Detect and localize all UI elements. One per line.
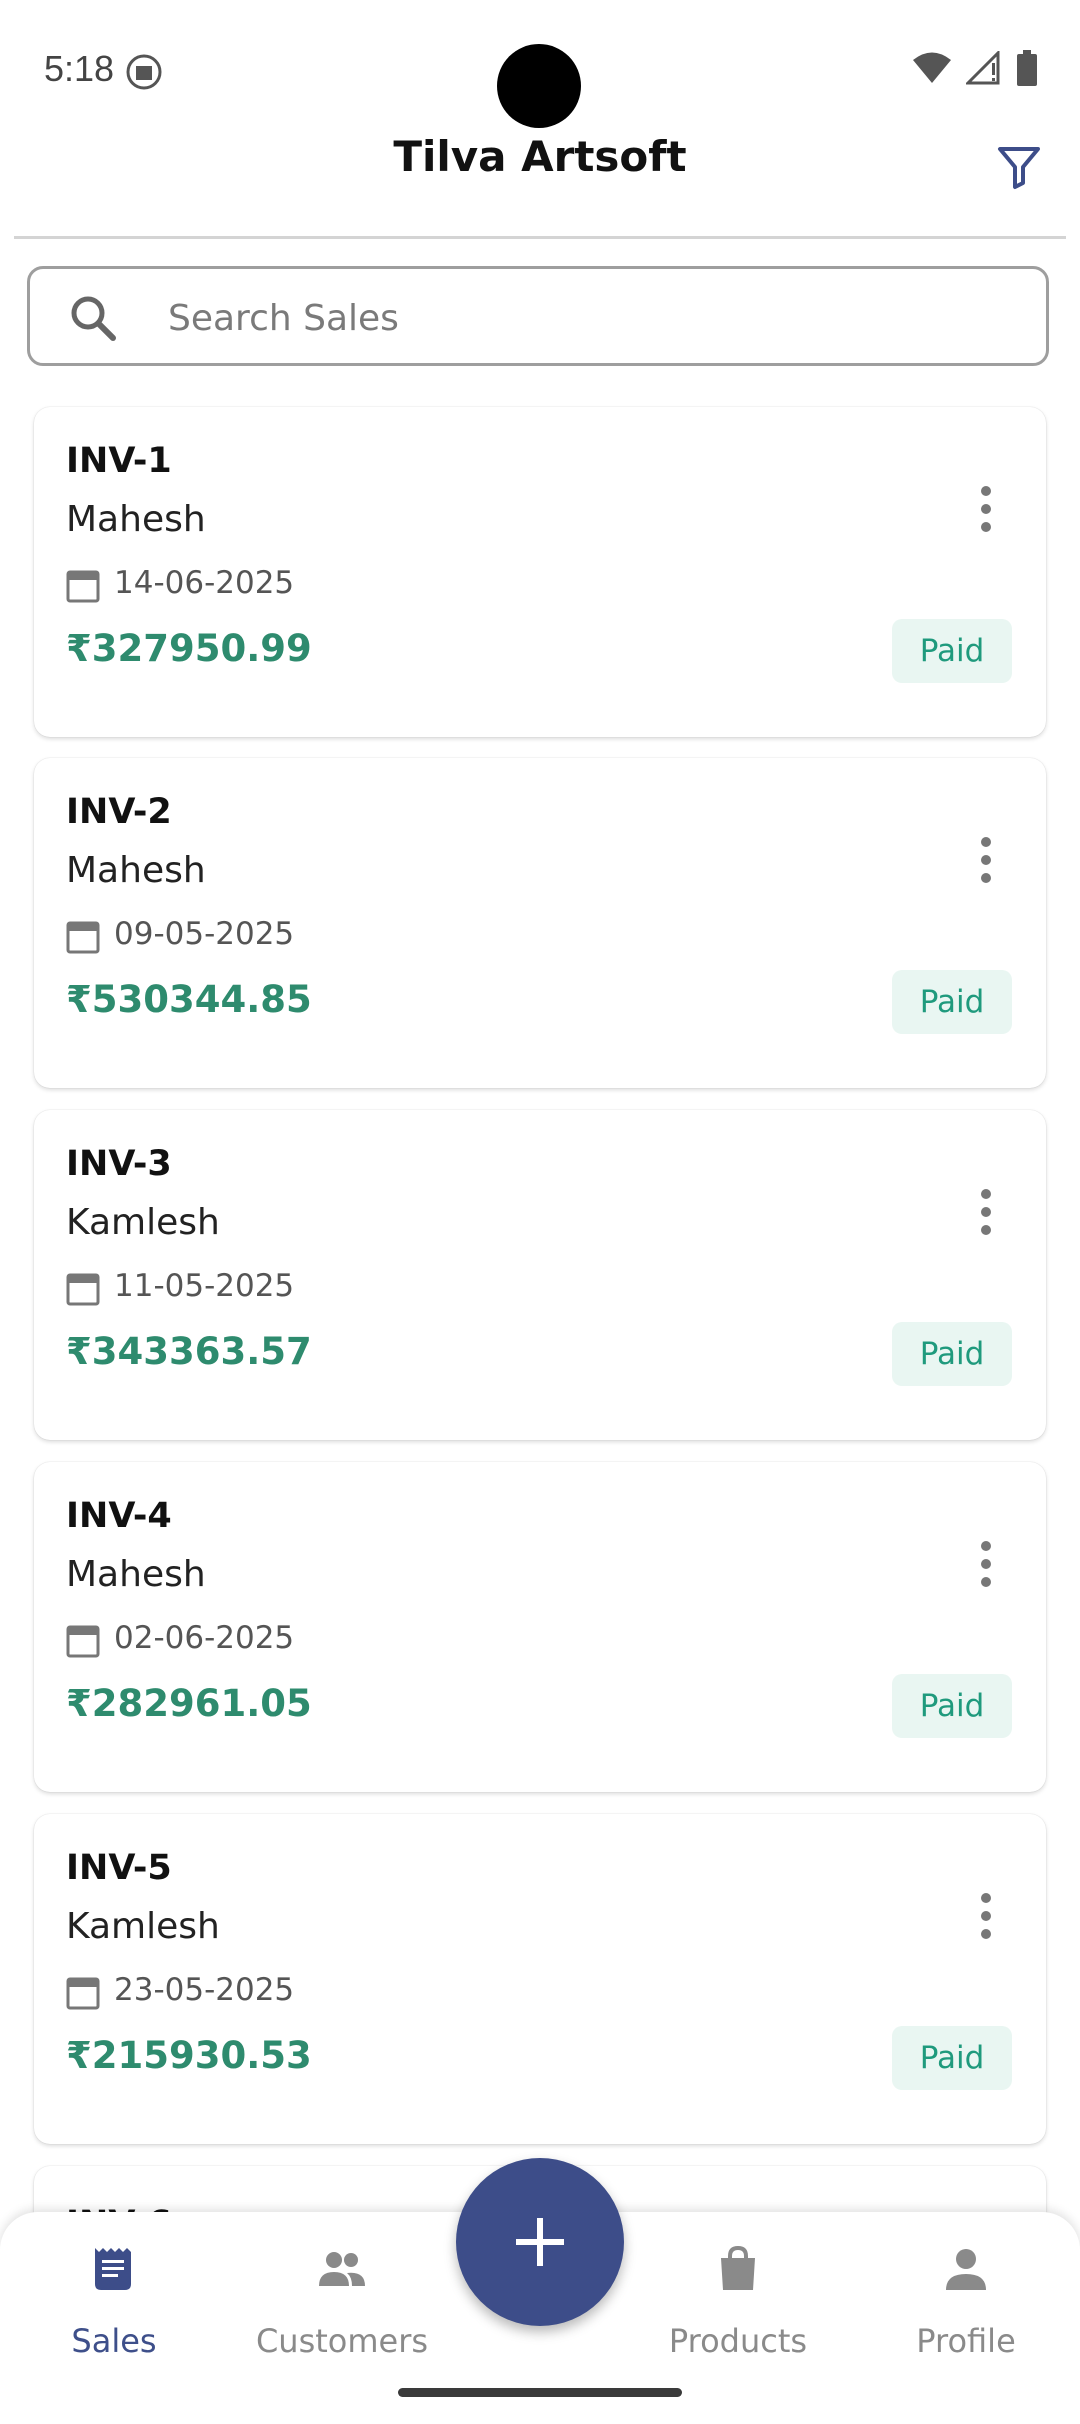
people-icon (319, 2252, 365, 2286)
invoice-id: INV-1 (66, 441, 172, 481)
search-icon (71, 296, 116, 341)
status-bar: 5:18 (0, 0, 1080, 140)
nav-label: Sales (71, 2322, 157, 2360)
add-sale-button[interactable] (456, 2158, 624, 2326)
invoice-id: INV-4 (66, 1496, 172, 1536)
camera-cutout (497, 44, 581, 128)
calendar-icon (66, 1977, 100, 2010)
invoice-amount: ₹343363.57 (66, 1330, 312, 1373)
calendar-icon (66, 1273, 100, 1306)
more-options-icon[interactable] (966, 1534, 1006, 1594)
invoice-card[interactable]: INV-1 Mahesh 14-06-2025 ₹327950.99 Paid (34, 407, 1046, 737)
status-icons (912, 50, 1038, 86)
more-options-icon[interactable] (966, 1182, 1006, 1242)
nav-label: Products (668, 2322, 808, 2360)
person-icon (946, 2249, 986, 2290)
search-input[interactable] (166, 285, 1030, 351)
plus-icon (516, 2218, 564, 2266)
invoice-id: INV-2 (66, 792, 172, 832)
invoice-date: 02-06-2025 (114, 1620, 295, 1656)
customer-name: Mahesh (66, 850, 206, 891)
invoice-date: 14-06-2025 (114, 565, 295, 601)
customer-name: Mahesh (66, 499, 206, 540)
invoice-amount: ₹530344.85 (66, 978, 312, 1021)
invoice-amount: ₹215930.53 (66, 2034, 312, 2077)
invoice-amount: ₹282961.05 (66, 1682, 312, 1725)
page-title: Tilva Artsoft (393, 132, 687, 181)
customer-name: Kamlesh (66, 1202, 220, 1243)
signal-icon (966, 51, 1000, 85)
invoice-id: INV-5 (66, 1848, 172, 1888)
status-badge: Paid (892, 970, 1012, 1034)
nav-label: Profile (916, 2322, 1016, 2360)
home-indicator[interactable] (398, 2388, 682, 2397)
battery-icon (1017, 50, 1037, 86)
invoice-amount: ₹327950.99 (66, 627, 312, 670)
status-badge: Paid (892, 619, 1012, 683)
more-options-icon[interactable] (966, 479, 1006, 539)
calendar-icon (66, 921, 100, 954)
nav-item-profile[interactable]: Profile (866, 2212, 1066, 2392)
nav-item-customers[interactable]: Customers (242, 2212, 442, 2392)
invoice-date: 11-05-2025 (114, 1268, 295, 1304)
status-badge: Paid (892, 2026, 1012, 2090)
customer-name: Kamlesh (66, 1906, 220, 1947)
invoice-card[interactable]: INV-5 Kamlesh 23-05-2025 ₹215930.53 Paid (34, 1814, 1046, 2144)
status-time: 5:18 (44, 48, 115, 89)
calendar-icon (66, 1625, 100, 1658)
invoice-date: 23-05-2025 (114, 1972, 295, 2008)
invoice-id: INV-3 (66, 1144, 172, 1184)
more-options-icon[interactable] (966, 830, 1006, 890)
nav-item-sales[interactable]: Sales (14, 2212, 214, 2392)
app-notification-icon (126, 54, 162, 90)
customer-name: Mahesh (66, 1554, 206, 1595)
search-box[interactable] (27, 266, 1049, 366)
invoice-date: 09-05-2025 (114, 916, 295, 952)
nav-item-products[interactable]: Products (638, 2212, 838, 2392)
wifi-icon (913, 52, 951, 83)
more-options-icon[interactable] (966, 1886, 1006, 1946)
receipt-icon (95, 2248, 131, 2290)
status-badge: Paid (892, 1322, 1012, 1386)
invoice-card[interactable]: INV-3 Kamlesh 11-05-2025 ₹343363.57 Paid (34, 1110, 1046, 1440)
nav-label: Customers (255, 2322, 429, 2360)
status-badge: Paid (892, 1674, 1012, 1738)
calendar-icon (66, 570, 100, 603)
invoice-card[interactable]: INV-2 Mahesh 09-05-2025 ₹530344.85 Paid (34, 758, 1046, 1088)
shopping-bag-icon (721, 2245, 755, 2290)
header-divider (14, 236, 1066, 239)
invoice-card[interactable]: INV-4 Mahesh 02-06-2025 ₹282961.05 Paid (34, 1462, 1046, 1792)
filter-icon[interactable] (996, 144, 1042, 190)
